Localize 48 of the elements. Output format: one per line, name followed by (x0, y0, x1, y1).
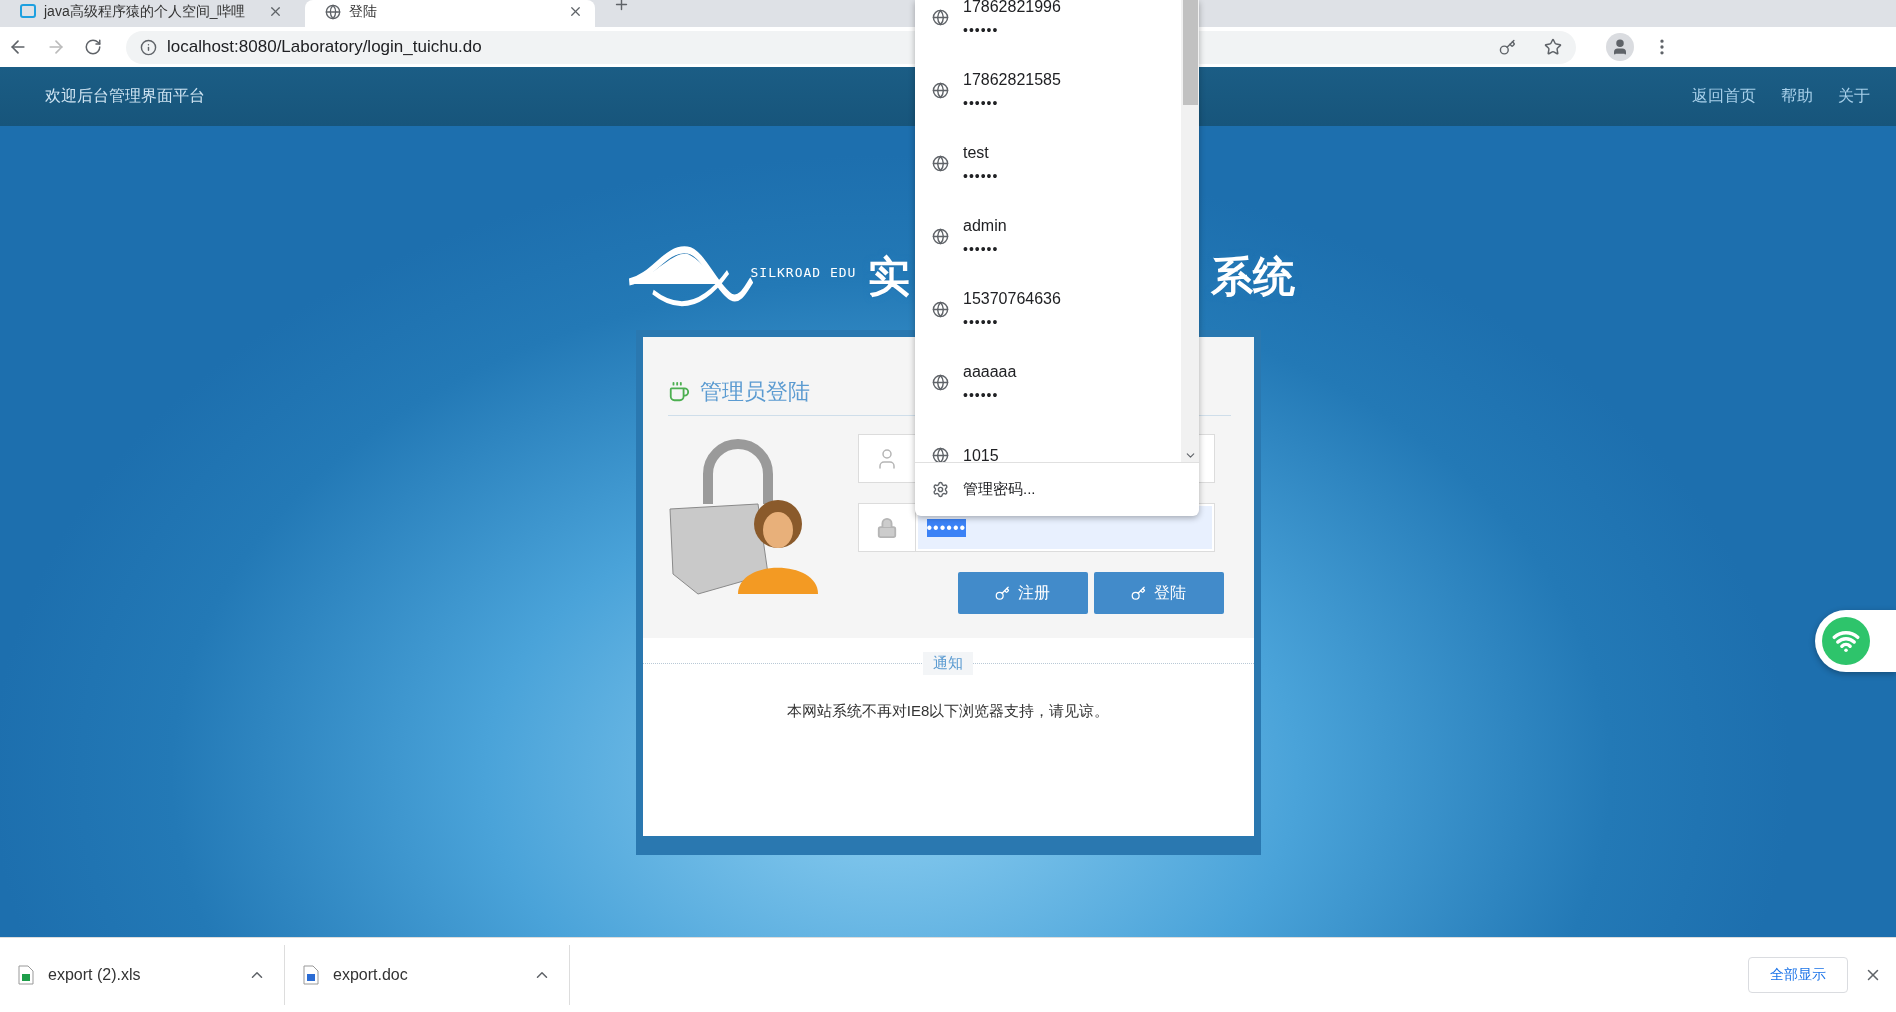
key-icon (995, 585, 1010, 601)
cup-icon (667, 381, 690, 403)
header-link[interactable]: 返回首页 (1692, 86, 1756, 107)
wifi-icon (1822, 617, 1870, 665)
saved-password-entry[interactable]: aaaaaa •••••• (915, 346, 1181, 419)
file-icon (303, 965, 319, 985)
login-button[interactable]: 登陆 (1093, 572, 1224, 614)
globe-icon (932, 301, 949, 318)
network-widget[interactable] (1815, 610, 1896, 672)
notice-text: 本网站系统不再对IE8以下浏览器支持，请见谅。 (786, 702, 1110, 721)
star-icon[interactable] (1544, 38, 1562, 56)
system-title: 实 (868, 252, 911, 302)
browser-tab[interactable]: 登陆 (305, 0, 595, 27)
file-icon (18, 965, 34, 985)
login-heading: 管理员登陆 (699, 378, 810, 406)
header-title: 欢迎后台管理界面平台 (45, 86, 205, 106)
header-link[interactable]: 帮助 (1781, 86, 1813, 107)
login-button[interactable]: 注册 (957, 572, 1088, 614)
close-icon[interactable] (268, 4, 283, 19)
profile-avatar[interactable] (1606, 33, 1634, 61)
settings-icon (932, 481, 949, 498)
globe-icon (932, 82, 949, 99)
saved-password-entry[interactable]: 1015 (915, 419, 1181, 462)
globe-icon (932, 155, 949, 172)
header-link[interactable]: 关于 (1838, 86, 1870, 107)
saved-password-entry[interactable]: test •••••• (915, 127, 1181, 200)
globe-icon (932, 374, 949, 391)
globe-icon (932, 9, 949, 26)
key-icon[interactable] (1499, 38, 1516, 56)
key-icon (1131, 585, 1146, 601)
globe-icon (932, 228, 949, 245)
globe-icon (932, 447, 949, 462)
page-favicon-icon (20, 3, 36, 20)
brand-text: SILKROAD EDU (750, 264, 857, 280)
scrollbar-thumb[interactable] (1182, 0, 1198, 105)
download-item[interactable]: export (2).xls (0, 945, 285, 1005)
download-item[interactable]: export.doc (285, 945, 570, 1005)
reload-icon[interactable] (84, 38, 102, 56)
saved-password-entry[interactable]: 15370764636 •••••• (915, 273, 1181, 346)
show-all-button[interactable]: 全部显示 (1748, 957, 1848, 993)
close-icon[interactable] (568, 4, 583, 19)
globe-icon (325, 3, 341, 20)
info-icon (140, 38, 157, 56)
notice-label: 通知 (923, 652, 973, 675)
browser-tab[interactable]: java高级程序猿的个人空间_哔哩 (0, 0, 295, 27)
system-title: 系统 (1210, 252, 1295, 302)
saved-password-entry[interactable]: admin •••••• (915, 200, 1181, 273)
new-tab-icon[interactable] (613, 0, 630, 13)
